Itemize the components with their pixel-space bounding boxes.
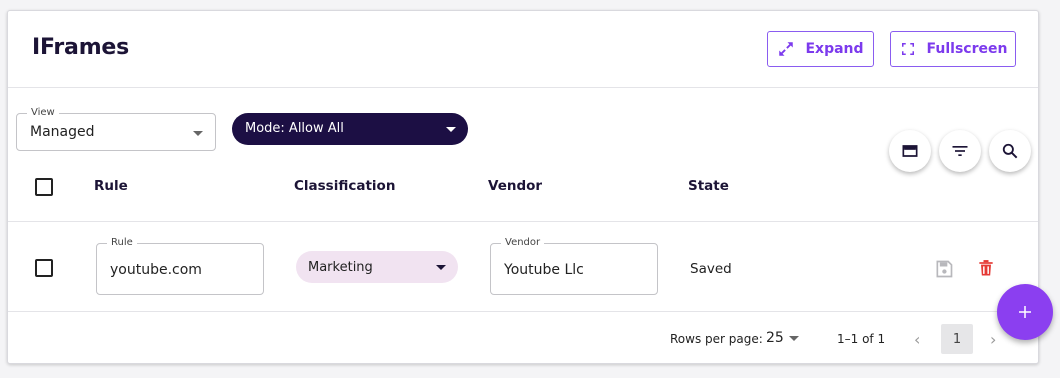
delete-icon[interactable] bbox=[976, 258, 996, 278]
footer-divider bbox=[8, 311, 1038, 312]
rows-per-page-select[interactable]: 25 bbox=[766, 330, 784, 346]
mode-select[interactable]: Mode: Allow All bbox=[232, 113, 468, 145]
view-value: Managed bbox=[30, 124, 95, 140]
fullscreen-label: Fullscreen bbox=[926, 41, 1008, 57]
view-columns-icon bbox=[902, 145, 918, 157]
rule-field-label: Rule bbox=[107, 237, 137, 249]
column-header-classification[interactable]: Classification bbox=[294, 178, 395, 194]
chevron-down-icon bbox=[446, 127, 456, 132]
filter-icon bbox=[952, 146, 968, 156]
header-divider bbox=[8, 87, 1038, 88]
view-label: View bbox=[27, 107, 59, 119]
iframes-card: IFrames Expand Fullscreen View Managed M… bbox=[7, 10, 1039, 364]
vendor-field[interactable]: Vendor Youtube Llc bbox=[490, 237, 658, 295]
add-button[interactable] bbox=[997, 284, 1053, 340]
view-columns-button[interactable] bbox=[889, 130, 931, 172]
header-row-divider bbox=[8, 221, 1038, 222]
state-value: Saved bbox=[690, 261, 732, 277]
search-icon bbox=[1002, 143, 1018, 159]
current-page-button[interactable]: 1 bbox=[941, 324, 973, 354]
fullscreen-icon bbox=[901, 43, 914, 55]
column-header-state[interactable]: State bbox=[688, 178, 729, 194]
rule-value: youtube.com bbox=[110, 262, 202, 278]
column-header-vendor[interactable]: Vendor bbox=[488, 178, 542, 194]
previous-page-icon[interactable]: ‹ bbox=[914, 330, 920, 349]
vendor-field-label: Vendor bbox=[501, 237, 545, 249]
page-title: IFrames bbox=[32, 35, 130, 60]
mode-value: Mode: Allow All bbox=[245, 121, 344, 136]
chevron-down-icon bbox=[436, 265, 446, 270]
select-all-checkbox[interactable] bbox=[35, 178, 53, 196]
vendor-value: Youtube Llc bbox=[504, 262, 584, 278]
search-button[interactable] bbox=[989, 130, 1031, 172]
fullscreen-button[interactable]: Fullscreen bbox=[890, 31, 1016, 67]
pagination-range: 1–1 of 1 bbox=[837, 332, 886, 346]
row-checkbox[interactable] bbox=[35, 259, 53, 277]
rule-field[interactable]: Rule youtube.com bbox=[96, 237, 264, 295]
expand-label: Expand bbox=[805, 41, 864, 57]
save-icon bbox=[936, 260, 953, 278]
column-header-rule[interactable]: Rule bbox=[94, 178, 128, 194]
chevron-down-icon bbox=[193, 131, 203, 136]
view-select[interactable]: View Managed bbox=[16, 107, 216, 151]
chevron-down-icon[interactable] bbox=[789, 336, 799, 341]
classification-select[interactable]: Marketing bbox=[296, 251, 458, 283]
add-icon bbox=[1019, 306, 1031, 318]
expand-icon bbox=[779, 42, 794, 56]
classification-value: Marketing bbox=[308, 260, 373, 275]
expand-button[interactable]: Expand bbox=[767, 31, 874, 67]
next-page-icon[interactable]: › bbox=[990, 330, 996, 349]
rows-per-page-label: Rows per page: bbox=[670, 332, 763, 346]
filter-button[interactable] bbox=[939, 130, 981, 172]
